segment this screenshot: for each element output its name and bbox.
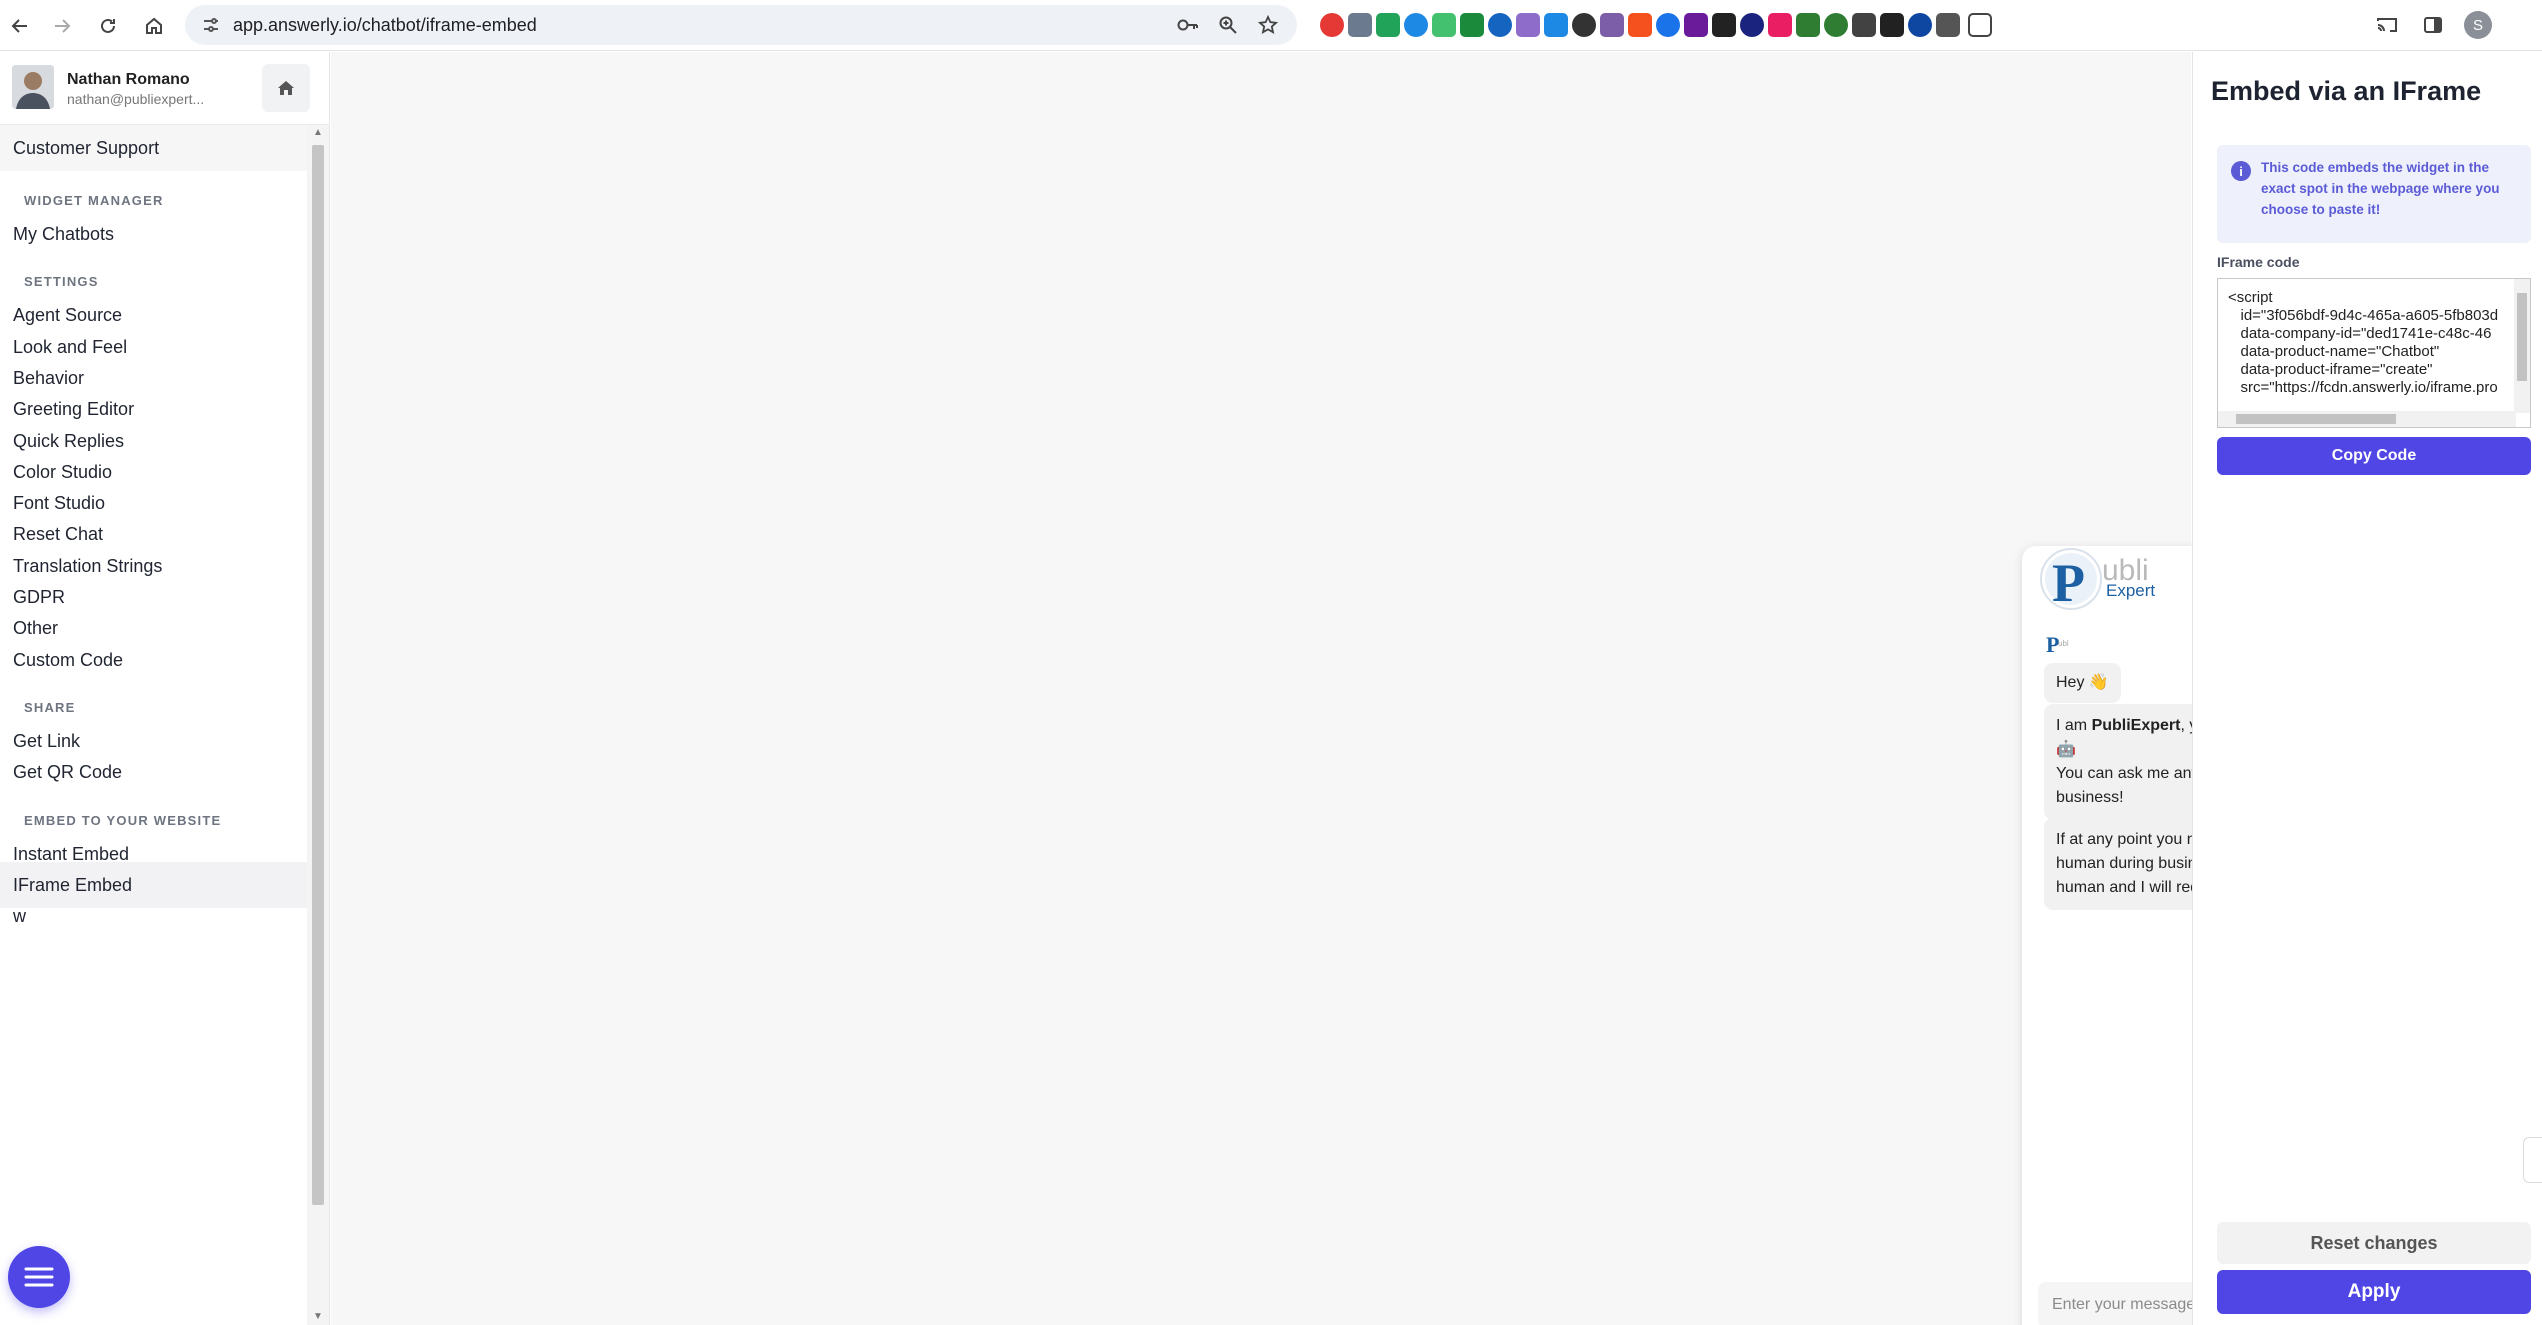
browser-extension-icon[interactable] bbox=[1908, 13, 1932, 37]
sidebar-item-customer-support[interactable]: Customer Support bbox=[0, 125, 307, 171]
info-text: This code embeds the widget in the exact… bbox=[2261, 160, 2500, 217]
sidebar-item-w[interactable]: w bbox=[0, 893, 307, 939]
url-text[interactable]: app.answerly.io/chatbot/iframe-embed bbox=[233, 15, 537, 36]
code-horizontal-scrollbar[interactable] bbox=[2218, 411, 2516, 427]
avatar bbox=[12, 65, 54, 109]
home-icon bbox=[278, 81, 294, 95]
home-button[interactable] bbox=[136, 8, 172, 44]
arrow-right-icon bbox=[55, 19, 71, 33]
bot-avatar-icon: Publ bbox=[2046, 632, 2069, 656]
svg-text:P: P bbox=[2052, 553, 2085, 612]
profile-avatar[interactable]: S bbox=[2464, 11, 2492, 39]
sidebar-section-embed-to-your-website: EMBED TO YOUR WEBSITE bbox=[24, 812, 222, 828]
iframe-code-text[interactable]: <script id="3f056bdf-9d4c-465a-a605-5fb8… bbox=[2228, 289, 2498, 397]
extensions-puzzle-icon[interactable] bbox=[1968, 13, 1992, 37]
browser-extension-icon[interactable] bbox=[1796, 13, 1820, 37]
logo-text-bottom: Expert bbox=[2106, 581, 2155, 600]
password-key-icon[interactable] bbox=[1175, 12, 1201, 38]
sidebar-item-my-chatbots[interactable]: My Chatbots bbox=[0, 211, 307, 257]
info-icon: i bbox=[2231, 161, 2251, 181]
code-vertical-scrollbar[interactable] bbox=[2514, 279, 2530, 413]
browser-extension-icon[interactable] bbox=[1824, 13, 1848, 37]
sidebar-section-widget-manager: WIDGET MANAGER bbox=[24, 193, 164, 208]
user-email: nathan@publiexpert... bbox=[67, 91, 205, 107]
sidebar: Nathan Romano nathan@publiexpert... Cust… bbox=[0, 52, 330, 1325]
sidebar-item-get-qr-code[interactable]: Get QR Code bbox=[0, 749, 307, 795]
browser-extension-icon[interactable] bbox=[1740, 13, 1764, 37]
user-name: Nathan Romano bbox=[67, 71, 190, 88]
browser-extension-icon[interactable] bbox=[1376, 13, 1400, 37]
sidebar-scrollbar[interactable]: ▲ ▼ bbox=[307, 125, 329, 1325]
sidebar-section-share: SHARE bbox=[24, 699, 76, 715]
code-horizontal-scroll-thumb[interactable] bbox=[2236, 414, 2396, 424]
browser-extension-icon[interactable] bbox=[1656, 13, 1680, 37]
home-icon bbox=[146, 17, 162, 34]
code-vertical-scroll-thumb[interactable] bbox=[2517, 293, 2527, 381]
company-logo: P ubli Expert bbox=[2040, 548, 2155, 612]
chat-message-greeting: Hey 👋 bbox=[2044, 663, 2121, 703]
browser-extension-icon[interactable] bbox=[1320, 13, 1344, 37]
arrow-left-icon bbox=[11, 19, 27, 33]
sidebar-menu: Customer Support WIDGET MANAGER My Chatbo… bbox=[0, 125, 307, 1325]
copy-code-button[interactable]: Copy Code bbox=[2217, 437, 2531, 475]
browser-extension-icon[interactable] bbox=[1880, 13, 1904, 37]
zoom-icon[interactable] bbox=[1215, 12, 1241, 38]
browser-extension-icon[interactable] bbox=[1488, 13, 1512, 37]
browser-extension-icon[interactable] bbox=[1460, 13, 1484, 37]
sidebar-item-custom-code[interactable]: Custom Code bbox=[0, 637, 307, 683]
preview-area: P ubli Expert Publ Hey 👋 I am PubliExper… bbox=[331, 52, 2496, 1325]
browser-extension-icon[interactable] bbox=[1572, 13, 1596, 37]
info-notice: i This code embeds the widget in the exa… bbox=[2217, 145, 2531, 243]
side-panel-icon[interactable] bbox=[2420, 12, 2446, 38]
apply-button[interactable]: Apply bbox=[2217, 1270, 2531, 1314]
browser-extension-icon[interactable] bbox=[1432, 13, 1456, 37]
embed-settings-panel: Embed via an IFrame i This code embeds t… bbox=[2192, 52, 2542, 1325]
iframe-code-textarea[interactable]: <script id="3f056bdf-9d4c-465a-a605-5fb8… bbox=[2217, 278, 2531, 428]
scroll-down-icon[interactable]: ▼ bbox=[312, 1311, 324, 1323]
reload-button[interactable] bbox=[90, 8, 126, 44]
address-bar[interactable]: app.answerly.io/chatbot/iframe-embed bbox=[185, 5, 1297, 45]
user-card: Nathan Romano nathan@publiexpert... bbox=[0, 52, 330, 125]
hamburger-icon bbox=[24, 1267, 54, 1287]
iframe-code-label: IFrame code bbox=[2217, 254, 2300, 270]
browser-extension-icon[interactable] bbox=[1768, 13, 1792, 37]
browser-extension-icon[interactable] bbox=[1628, 13, 1652, 37]
menu-fab-button[interactable] bbox=[8, 1246, 70, 1308]
browser-extension-icon[interactable] bbox=[1936, 13, 1960, 37]
reset-changes-button[interactable]: Reset changes bbox=[2217, 1222, 2531, 1264]
browser-extension-icon[interactable] bbox=[1544, 13, 1568, 37]
sidebar-section-settings: SETTINGS bbox=[24, 274, 99, 290]
browser-extension-icon[interactable] bbox=[1712, 13, 1736, 37]
dashboard-home-button[interactable] bbox=[262, 64, 310, 112]
browser-extension-icon[interactable] bbox=[1684, 13, 1708, 37]
panel-collapse-handle[interactable] bbox=[2523, 1137, 2542, 1183]
back-button[interactable] bbox=[2, 8, 38, 44]
intro-bot-name: PubliExpert bbox=[2091, 717, 2181, 734]
browser-extension-icon[interactable] bbox=[1404, 13, 1428, 37]
browser-toolbar: app.answerly.io/chatbot/iframe-embed S bbox=[0, 0, 2542, 51]
intro-text-pre: I am bbox=[2056, 717, 2092, 734]
browser-extension-icon[interactable] bbox=[1600, 13, 1624, 37]
forward-button[interactable] bbox=[44, 8, 80, 44]
browser-extension-icon[interactable] bbox=[1516, 13, 1540, 37]
cast-icon[interactable] bbox=[2374, 12, 2400, 38]
sidebar-scroll-thumb[interactable] bbox=[312, 145, 324, 1205]
bookmark-star-icon[interactable] bbox=[1255, 12, 1281, 38]
panel-title: Embed via an IFrame bbox=[2211, 76, 2482, 106]
site-settings-icon[interactable] bbox=[201, 15, 221, 35]
svg-text:ubl: ubl bbox=[2058, 639, 2069, 648]
browser-extension-icon[interactable] bbox=[1852, 13, 1876, 37]
reload-icon bbox=[101, 18, 115, 33]
scroll-up-icon[interactable]: ▲ bbox=[312, 127, 324, 139]
browser-extension-icon[interactable] bbox=[1348, 13, 1372, 37]
